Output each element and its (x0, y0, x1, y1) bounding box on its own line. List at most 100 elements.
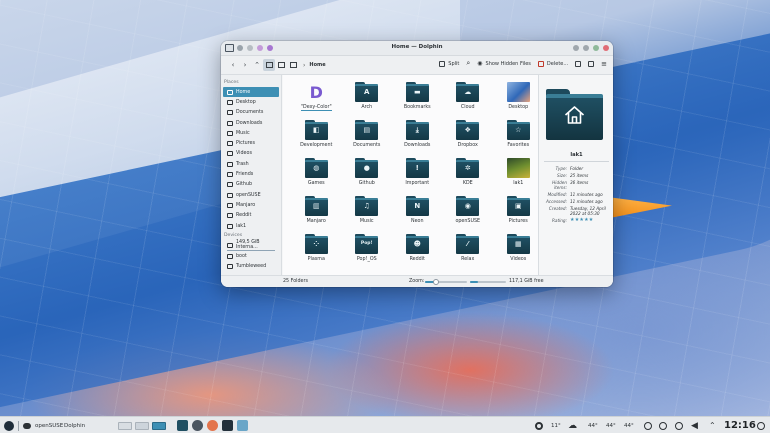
clock[interactable]: 12:16 (724, 417, 756, 433)
application-launcher[interactable] (4, 417, 14, 433)
place-documents[interactable]: Documents (221, 108, 281, 118)
place-pictures[interactable]: Pictures (221, 138, 281, 148)
icons-view-button[interactable] (263, 59, 275, 71)
desktop-pager[interactable] (118, 417, 166, 433)
firefox-task-icon[interactable] (207, 420, 218, 431)
file-item[interactable]: ✲ KDE (443, 156, 494, 194)
place-videos[interactable]: Videos (221, 149, 281, 159)
file-item[interactable]: N Neon (392, 194, 443, 232)
media-icon[interactable] (675, 417, 683, 433)
cloud-icon[interactable]: ☁ (568, 417, 577, 433)
file-item[interactable]: lak1 (493, 156, 544, 194)
metadata-list: Type: Folder Size: 25 items Hidden items: 36 … (542, 166, 608, 225)
place-music[interactable]: Music (221, 128, 281, 138)
place-github[interactable]: Github (221, 180, 281, 190)
file-item[interactable]: ! Important (392, 156, 443, 194)
show-hidden-files-button[interactable]: ◉ Show Hidden Files (477, 60, 531, 67)
place-home[interactable]: Home (223, 87, 279, 98)
file-item[interactable]: ☆ Favorites (493, 118, 544, 156)
file-item[interactable]: ♫ Music (342, 194, 393, 232)
file-item[interactable]: ☻ Reddit (392, 232, 443, 270)
open-terminal-button[interactable] (588, 60, 595, 67)
device-149-5-gib-interna[interactable]: 149,5 GiB Interna... (221, 240, 281, 250)
virtual-desktop-2[interactable] (135, 421, 149, 430)
file-item[interactable]: ⤓ Downloads (392, 118, 443, 156)
place-label: openSUSE (236, 192, 261, 198)
up-button[interactable]: ⌃ (251, 59, 263, 71)
title-bar[interactable]: Home — Dolphin (221, 41, 613, 56)
zoom-slider-handle[interactable] (432, 279, 439, 285)
place-reddit[interactable]: Reddit (221, 211, 281, 221)
terminal-task-icon[interactable] (222, 420, 233, 431)
cpu-temp-3[interactable]: 44° (624, 417, 634, 433)
file-item[interactable]: ◉ openSUSE (443, 194, 494, 232)
virtual-desktop-1[interactable] (118, 421, 132, 430)
device-tumbleweed[interactable]: Tumbleweed (221, 262, 281, 272)
meta-row: Modified: 11 minutes ago (542, 192, 608, 197)
place-desktop[interactable]: Desktop (221, 97, 281, 107)
weather-temp[interactable]: 11° (551, 417, 561, 433)
cpu-temp-1[interactable]: 44° (588, 417, 598, 433)
tray-plasma-icon[interactable] (535, 417, 543, 433)
close-button[interactable] (603, 45, 609, 51)
forward-button[interactable]: › (239, 59, 251, 71)
rating-stars[interactable]: ★★★★★ (570, 218, 608, 223)
file-item[interactable]: ▬ Bookmarks (392, 80, 443, 118)
folder-icon: ▤ (355, 120, 379, 140)
file-item[interactable]: ▥ Manjaro (291, 194, 342, 232)
edit-button[interactable] (575, 60, 582, 67)
search-button[interactable]: ⌕ (466, 59, 470, 68)
place-opensuse[interactable]: openSUSE (221, 190, 281, 200)
split-button[interactable]: Split (439, 60, 459, 67)
menu-button[interactable]: ≡ (601, 60, 607, 68)
active-app-label[interactable]: Dolphin (64, 417, 85, 433)
file-item[interactable]: A Arch (342, 80, 393, 118)
network-icon[interactable] (659, 417, 667, 433)
cpu-temp-2[interactable]: 44° (606, 417, 616, 433)
file-item[interactable]: ▣ Pictures (493, 194, 544, 232)
settings-task-icon[interactable] (192, 420, 203, 431)
trash-icon (537, 60, 544, 67)
file-item[interactable]: ⁄ Relax (443, 232, 494, 270)
back-button[interactable]: ‹ (227, 59, 239, 71)
updates-icon[interactable] (644, 417, 652, 433)
distro-label[interactable]: openSUSE (35, 417, 63, 433)
dolphin-task-icon[interactable] (177, 420, 188, 431)
volume-icon[interactable]: ◀ (691, 417, 698, 433)
file-item[interactable]: ▤ Documents (342, 118, 393, 156)
minimize-button[interactable] (573, 45, 579, 51)
tray-expand-icon[interactable]: ⌃ (709, 417, 716, 433)
place-trash[interactable]: Trash (221, 159, 281, 169)
virtual-desktop-3[interactable] (152, 421, 166, 430)
file-label: openSUSE (455, 219, 481, 224)
files-task-icon[interactable] (237, 420, 248, 431)
file-item[interactable]: Pop! Pop!_OS (342, 232, 393, 270)
file-view[interactable]: D "Dexy-Color" A Arch ▬ Bookmarks ☁ Cloud Deskto… (283, 75, 539, 275)
file-item[interactable]: Desktop (493, 80, 544, 118)
file-item[interactable]: ⁘ Plasma (291, 232, 342, 270)
place-friends[interactable]: Friends (221, 169, 281, 179)
details-view-button[interactable] (287, 59, 299, 71)
place-downloads[interactable]: Downloads (221, 118, 281, 128)
maximize-button[interactable] (593, 45, 599, 51)
place-manjaro[interactable]: Manjaro (221, 200, 281, 210)
delete-button[interactable]: Delete... (537, 60, 568, 67)
distro-indicator[interactable] (23, 417, 31, 433)
file-item[interactable]: ❖ Dropbox (443, 118, 494, 156)
file-item[interactable]: ☁ Cloud (443, 80, 494, 118)
power-icon[interactable] (757, 417, 765, 433)
file-item[interactable]: D "Dexy-Color" (291, 80, 342, 118)
file-label: Important (405, 181, 430, 186)
file-item[interactable]: ▦ Videos (493, 232, 544, 270)
file-item[interactable]: ◍ Games (291, 156, 342, 194)
file-item[interactable]: ◧ Development (291, 118, 342, 156)
file-item[interactable]: ● Github (342, 156, 393, 194)
device-label: boot (236, 254, 247, 260)
breadcrumb-home[interactable]: Home (309, 62, 325, 68)
zoom-slider[interactable] (425, 279, 467, 285)
star-icon[interactable]: ★ (589, 217, 594, 223)
keep-above-button[interactable] (583, 45, 589, 51)
place-lak1[interactable]: lak1 (221, 221, 281, 231)
compact-view-button[interactable] (275, 59, 287, 71)
device-boot[interactable]: boot (221, 251, 281, 261)
